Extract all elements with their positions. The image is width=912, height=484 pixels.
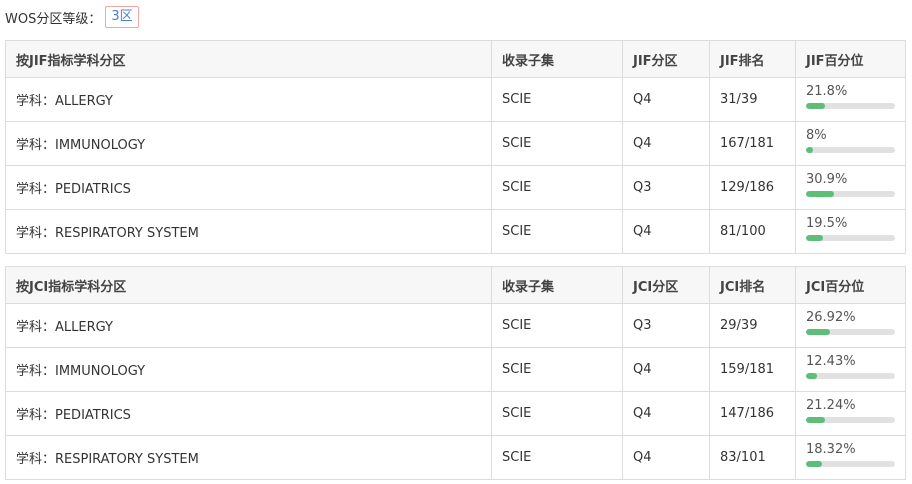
subject-cell: 学科：PEDIATRICS	[5, 391, 492, 436]
percentile-cell: 21.8%	[795, 77, 906, 122]
subset-cell: SCIE	[491, 165, 623, 210]
rank-cell: 167/181	[709, 121, 796, 166]
subset-cell: SCIE	[491, 347, 623, 392]
subset-cell: SCIE	[491, 391, 623, 436]
table-row: 学科：IMMUNOLOGY SCIE Q4 167/181 8%	[5, 121, 906, 166]
subject-cell: 学科：IMMUNOLOGY	[5, 347, 492, 392]
quartile-cell: Q4	[622, 347, 710, 392]
table-row: 学科：RESPIRATORY SYSTEM SCIE Q4 81/100 19.…	[5, 209, 906, 254]
subset-cell: SCIE	[491, 209, 623, 254]
wos-level-row: WOS分区等级： 3区	[5, 5, 139, 29]
percentile-bar-fill	[806, 191, 834, 197]
header-percentile: JCI百分位	[795, 266, 906, 304]
header-percentile: JIF百分位	[795, 40, 906, 78]
percentile-cell: 8%	[795, 121, 906, 166]
percentile-bar	[806, 373, 895, 379]
percentile-bar-fill	[806, 329, 830, 335]
percentile-bar	[806, 191, 895, 197]
percentile-text: 30.9%	[806, 172, 848, 187]
percentile-bar	[806, 329, 895, 335]
quartile-cell: Q4	[622, 121, 710, 166]
wos-level-label: WOS分区等级：	[5, 11, 102, 27]
rank-cell: 31/39	[709, 77, 796, 122]
percentile-bar-fill	[806, 417, 825, 423]
percentile-text: 8%	[806, 128, 827, 143]
table-header-row: 按JCI指标学科分区 收录子集 JCI分区 JCI排名 JCI百分位	[5, 266, 906, 304]
percentile-text: 21.24%	[806, 398, 856, 413]
percentile-bar-fill	[806, 461, 823, 467]
rank-cell: 129/186	[709, 165, 796, 210]
percentile-bar-fill	[806, 147, 814, 153]
percentile-bar-fill	[806, 103, 826, 109]
subject-cell: 学科：RESPIRATORY SYSTEM	[5, 209, 492, 254]
subset-cell: SCIE	[491, 303, 623, 348]
percentile-text: 19.5%	[806, 216, 848, 231]
subject-cell: 学科：ALLERGY	[5, 303, 492, 348]
percentile-cell: 21.24%	[795, 391, 906, 436]
quartile-cell: Q4	[622, 209, 710, 254]
rank-cell: 81/100	[709, 209, 796, 254]
subset-cell: SCIE	[491, 435, 623, 480]
percentile-bar	[806, 103, 895, 109]
percentile-text: 12.43%	[806, 354, 856, 369]
header-rank: JIF排名	[709, 40, 796, 78]
table-row: 学科：ALLERGY SCIE Q4 31/39 21.8%	[5, 77, 906, 122]
subset-cell: SCIE	[491, 77, 623, 122]
percentile-cell: 26.92%	[795, 303, 906, 348]
rank-cell: 147/186	[709, 391, 796, 436]
jci-partition-table: 按JCI指标学科分区 收录子集 JCI分区 JCI排名 JCI百分位 学科：AL…	[5, 266, 906, 480]
rank-cell: 83/101	[709, 435, 796, 480]
table-row: 学科：ALLERGY SCIE Q3 29/39 26.92%	[5, 303, 906, 348]
quartile-cell: Q3	[622, 165, 710, 210]
percentile-bar-fill	[806, 235, 824, 241]
percentile-cell: 12.43%	[795, 347, 906, 392]
percentile-text: 18.32%	[806, 442, 856, 457]
table-row: 学科：IMMUNOLOGY SCIE Q4 159/181 12.43%	[5, 347, 906, 392]
quartile-cell: Q4	[622, 77, 710, 122]
table-row: 学科：PEDIATRICS SCIE Q3 129/186 30.9%	[5, 165, 906, 210]
percentile-bar	[806, 147, 895, 153]
percentile-text: 26.92%	[806, 310, 856, 325]
subject-cell: 学科：PEDIATRICS	[5, 165, 492, 210]
rank-cell: 159/181	[709, 347, 796, 392]
quartile-cell: Q3	[622, 303, 710, 348]
table-header-row: 按JIF指标学科分区 收录子集 JIF分区 JIF排名 JIF百分位	[5, 40, 906, 78]
header-rank: JCI排名	[709, 266, 796, 304]
percentile-cell: 30.9%	[795, 165, 906, 210]
percentile-text: 21.8%	[806, 84, 848, 99]
header-quartile: JIF分区	[622, 40, 710, 78]
table-row: 学科：PEDIATRICS SCIE Q4 147/186 21.24%	[5, 391, 906, 436]
percentile-cell: 18.32%	[795, 435, 906, 480]
table-row: 学科：RESPIRATORY SYSTEM SCIE Q4 83/101 18.…	[5, 435, 906, 480]
percentile-cell: 19.5%	[795, 209, 906, 254]
percentile-bar	[806, 461, 895, 467]
header-subset: 收录子集	[491, 266, 623, 304]
header-quartile: JCI分区	[622, 266, 710, 304]
subject-cell: 学科：RESPIRATORY SYSTEM	[5, 435, 492, 480]
quartile-cell: Q4	[622, 435, 710, 480]
wos-level-badge: 3区	[105, 6, 139, 28]
subject-cell: 学科：IMMUNOLOGY	[5, 121, 492, 166]
header-subject: 按JCI指标学科分区	[5, 266, 492, 304]
jif-partition-table: 按JIF指标学科分区 收录子集 JIF分区 JIF排名 JIF百分位 学科：AL…	[5, 40, 906, 254]
header-subset: 收录子集	[491, 40, 623, 78]
subject-cell: 学科：ALLERGY	[5, 77, 492, 122]
percentile-bar	[806, 235, 895, 241]
percentile-bar-fill	[806, 373, 818, 379]
rank-cell: 29/39	[709, 303, 796, 348]
subset-cell: SCIE	[491, 121, 623, 166]
header-subject: 按JIF指标学科分区	[5, 40, 492, 78]
percentile-bar	[806, 417, 895, 423]
quartile-cell: Q4	[622, 391, 710, 436]
